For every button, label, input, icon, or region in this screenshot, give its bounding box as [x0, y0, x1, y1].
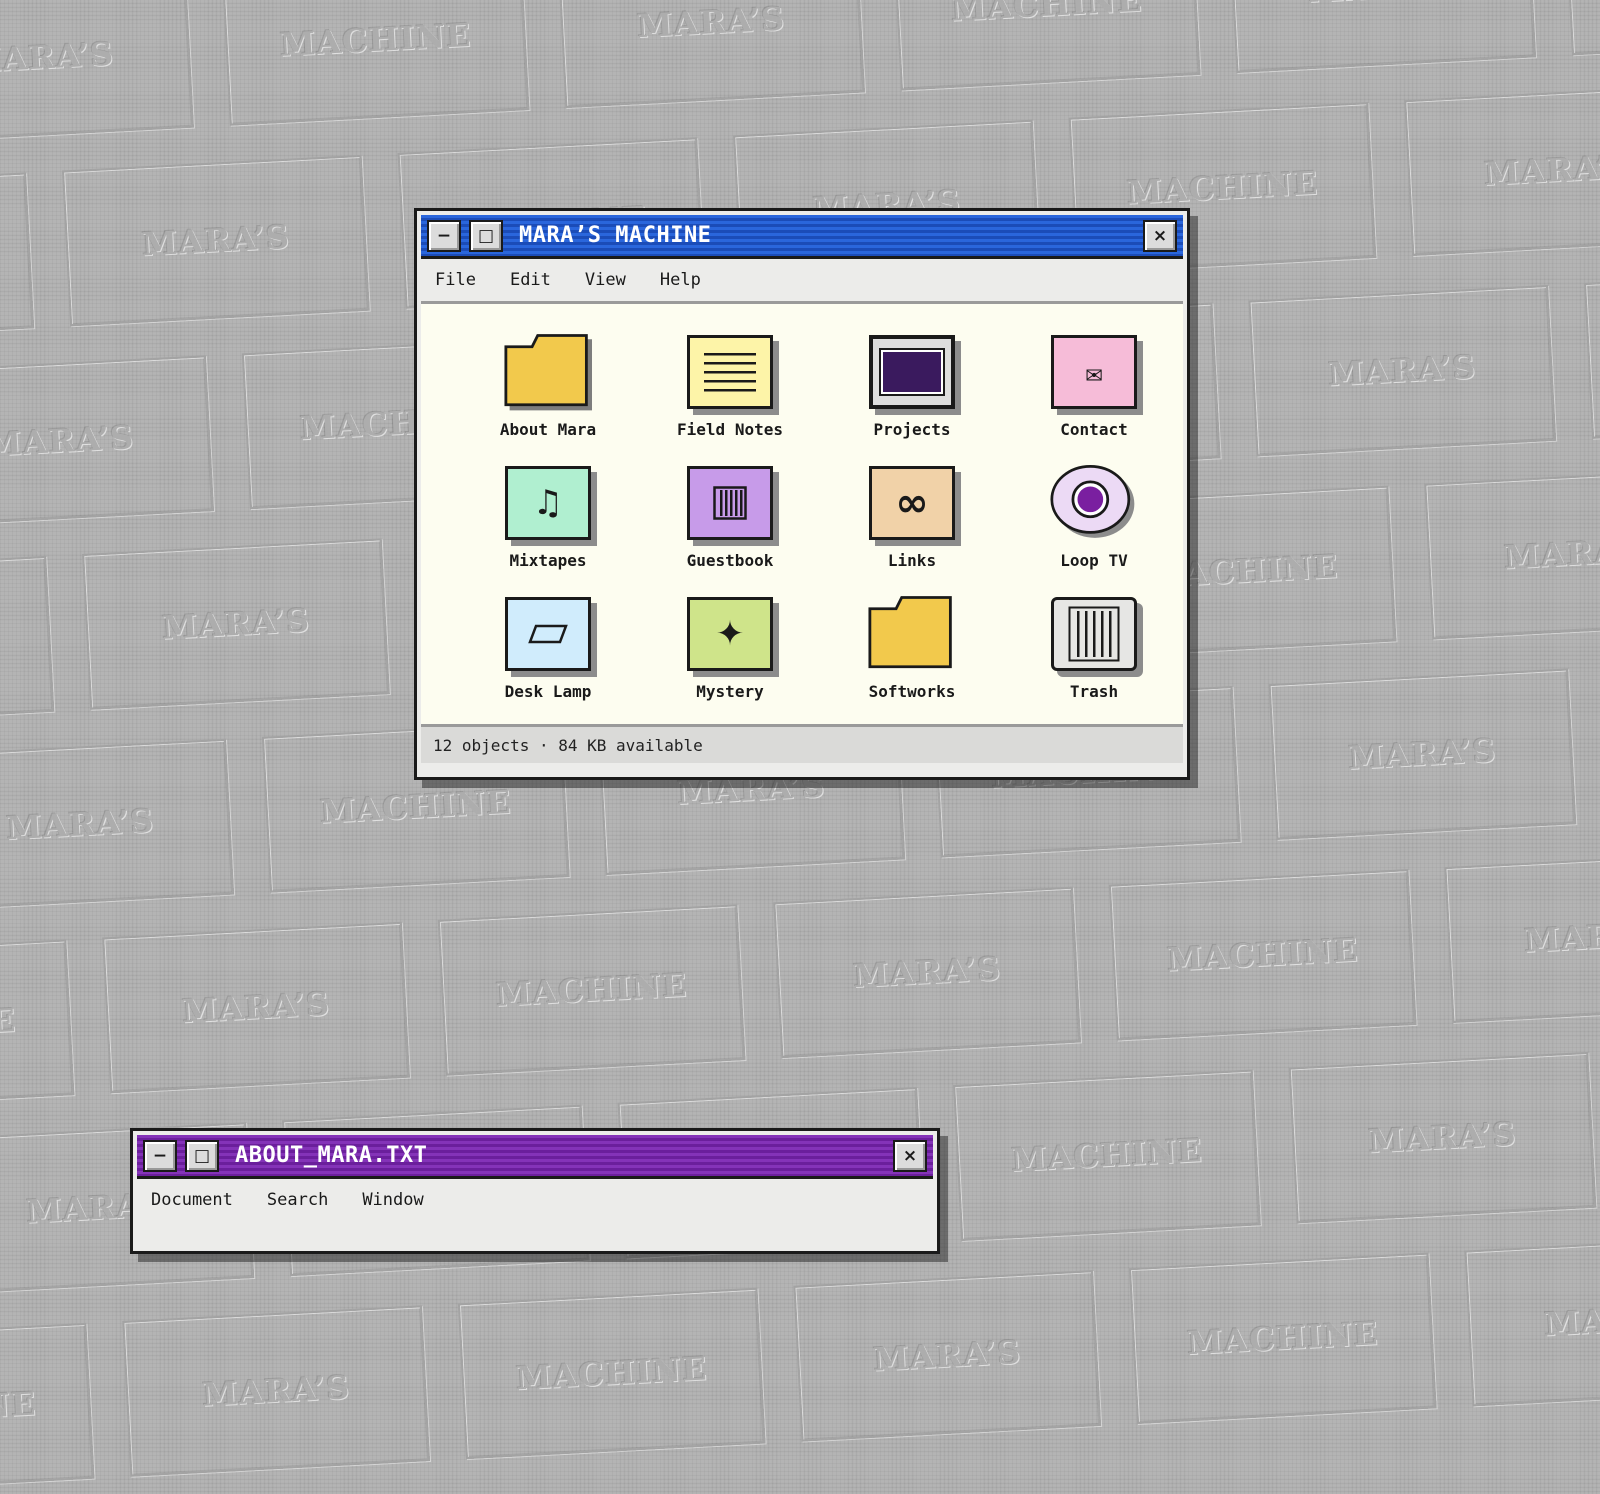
icon-label: Loop TV — [1060, 551, 1128, 570]
wallpaper-tile: MACHINE — [892, 0, 1201, 91]
icon-label: Links — [887, 551, 937, 570]
icon-grid: About Mara Field Notes Projects ✉ Contac… — [457, 334, 1183, 701]
menu-file[interactable]: File — [435, 270, 476, 290]
wallpaper-tile: MARA’S — [1444, 851, 1600, 1023]
wallpaper-tile: MARA’S — [793, 1270, 1102, 1442]
wallpaper-tile: MACHINE — [0, 172, 35, 344]
close-button[interactable]: × — [893, 1139, 927, 1172]
desktop-icon-contact[interactable]: ✉ Contact — [1003, 334, 1185, 439]
wallpaper-tile: MACHINE — [0, 555, 55, 728]
minimize-button[interactable]: − — [427, 219, 461, 252]
main-window-titlebar[interactable]: − □ MARA’S MACHINE × — [421, 215, 1183, 259]
wallpaper-tile: MACHINE — [221, 0, 530, 126]
about-mara-window: − □ ABOUT_MARA.TXT × Document Search Win… — [130, 1128, 940, 1254]
menu-help[interactable]: Help — [660, 270, 701, 290]
menu-search[interactable]: Search — [267, 1190, 328, 1210]
wallpaper-tile: MACHINE — [1583, 267, 1600, 439]
main-window: − □ MARA’S MACHINE × File Edit View Help… — [414, 208, 1190, 780]
desktop-icon-mystery[interactable]: ✦ Mystery — [639, 596, 821, 701]
wallpaper-tile: MARA’S — [1268, 668, 1577, 840]
icon-label: Softworks — [868, 682, 956, 701]
trash-icon — [1051, 597, 1137, 671]
window-title: ABOUT_MARA.TXT — [235, 1143, 428, 1168]
desktop-icon-loop-tv[interactable]: Loop TV — [1003, 464, 1185, 570]
status-bar: 12 objects · 84 KB available — [421, 724, 1183, 763]
desktop-icon-mixtapes[interactable]: ♫ Mixtapes — [457, 465, 639, 570]
folder-icon — [504, 334, 592, 411]
window-title: MARA’S MACHINE — [519, 223, 712, 248]
desktop-icon-projects[interactable]: Projects — [821, 334, 1003, 439]
desktop-icon-trash[interactable]: Trash — [1003, 596, 1185, 701]
desktop-icon-guestbook[interactable]: Guestbook — [639, 465, 821, 570]
minimize-button[interactable]: − — [143, 1139, 177, 1172]
icon-label: Contact — [1060, 420, 1128, 439]
disc-icon — [1050, 464, 1135, 538]
notes-icon — [687, 335, 773, 409]
wallpaper-tile: MACHINE — [0, 1322, 95, 1494]
sparkle-icon: ✦ — [687, 597, 773, 671]
icon-label: Mixtapes — [509, 551, 587, 570]
maximize-button[interactable]: □ — [185, 1139, 219, 1172]
wallpaper-tile: MARA’S — [1424, 467, 1600, 640]
wallpaper-tile: MARA’S — [1464, 1234, 1600, 1407]
menu-bar: Document Search Window — [137, 1179, 933, 1221]
icon-label: Field Notes — [677, 420, 783, 439]
wallpaper-tile: MACHINE — [1563, 0, 1600, 56]
desktop-icon-softworks[interactable]: Softworks — [821, 596, 1003, 701]
icon-label: Desk Lamp — [504, 682, 592, 701]
lamp-icon — [505, 597, 591, 671]
wallpaper-tile: MARA’S — [557, 0, 865, 109]
wallpaper-tile: MARA’S — [0, 0, 194, 144]
wallpaper-tile: MARA’S — [1404, 84, 1600, 256]
close-button[interactable]: × — [1143, 219, 1177, 252]
wallpaper-tile: MARA’S — [82, 538, 390, 710]
desktop-icon-about-mara[interactable]: About Mara — [457, 334, 639, 439]
folder-icon — [868, 596, 952, 669]
wallpaper-tile: MACHINE — [0, 939, 75, 1111]
envelope-icon: ✉ — [1051, 335, 1137, 409]
wallpaper-tile: MARA’S — [122, 1305, 431, 1477]
wallpaper-tile: MARA’S — [773, 886, 1082, 1059]
wallpaper-tile: MACHINE — [437, 904, 746, 1076]
wallpaper-tile: MARA’S — [0, 355, 215, 527]
infinity-icon: ∞ — [869, 466, 955, 540]
icon-label: Trash — [1069, 682, 1119, 701]
monitor-icon — [869, 335, 955, 409]
icon-area: About Mara Field Notes Projects ✉ Contac… — [421, 304, 1183, 724]
icon-label: Projects — [873, 420, 951, 439]
wallpaper-tile: MARA’S — [0, 738, 235, 911]
maximize-button[interactable]: □ — [469, 219, 503, 252]
wallpaper-tile: MARA’S — [1248, 284, 1557, 457]
menu-document[interactable]: Document — [151, 1190, 233, 1210]
menu-edit[interactable]: Edit — [510, 270, 551, 290]
menu-window[interactable]: Window — [362, 1190, 423, 1210]
wallpaper-tile: MACHINE — [457, 1287, 766, 1460]
menu-bar: File Edit View Help — [421, 259, 1183, 304]
wallpaper-tile: MARA’S — [102, 921, 410, 1094]
about-mara-window-titlebar[interactable]: − □ ABOUT_MARA.TXT × — [137, 1135, 933, 1179]
icon-label: Guestbook — [686, 551, 774, 570]
menu-view[interactable]: View — [585, 270, 626, 290]
wallpaper-tile: MACHINE — [1108, 869, 1417, 1041]
wallpaper-tile: MARA’S — [1228, 0, 1537, 73]
music-note-icon: ♫ — [505, 466, 591, 540]
desktop-icon-links[interactable]: ∞ Links — [821, 465, 1003, 570]
desktop-icon-desk-lamp[interactable]: Desk Lamp — [457, 596, 639, 701]
wallpaper-tile: MARA’S — [61, 154, 370, 327]
wallpaper-tile: MACHINE — [1128, 1252, 1437, 1424]
desktop-icon-field-notes[interactable]: Field Notes — [639, 334, 821, 439]
wallpaper-tile: MACHINE — [953, 1069, 1261, 1241]
icon-label: Mystery — [696, 682, 764, 701]
icon-label: About Mara — [499, 420, 597, 439]
guestbook-icon — [687, 466, 773, 540]
wallpaper-tile: MARA’S — [1288, 1051, 1597, 1224]
